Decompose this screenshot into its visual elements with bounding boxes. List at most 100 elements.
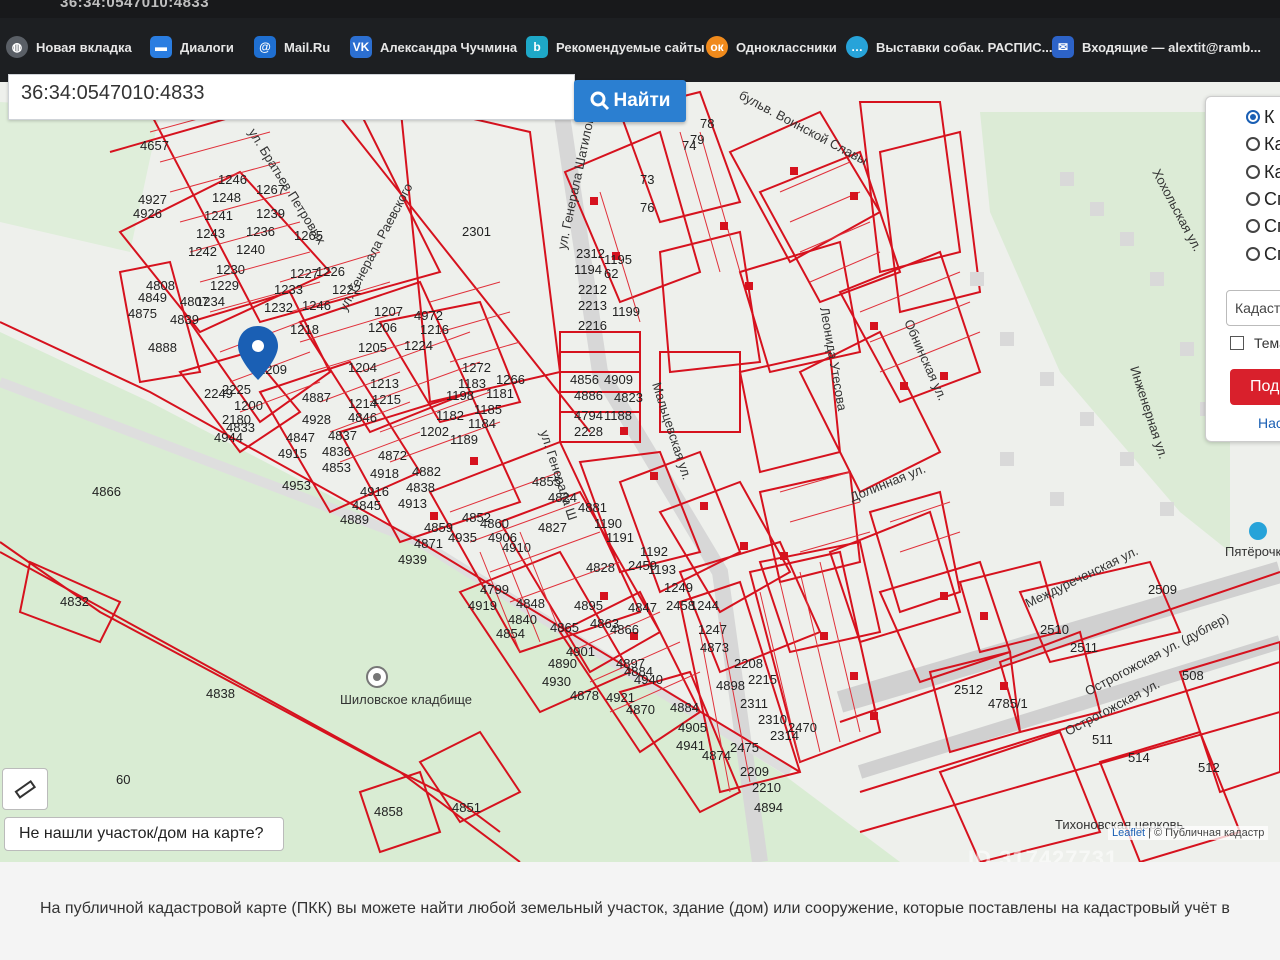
parcel-number[interactable]: 2208 xyxy=(734,656,763,671)
parcel-number[interactable]: 4839 xyxy=(170,312,199,327)
parcel-number[interactable]: 4928 xyxy=(302,412,331,427)
parcel-number[interactable]: 4828 xyxy=(586,560,615,575)
parcel-number[interactable]: 73 xyxy=(640,172,654,187)
parcel-number[interactable]: 4785/1 xyxy=(988,696,1028,711)
parcel-number[interactable]: 4887 xyxy=(302,390,331,405)
parcel-number[interactable]: 2459 xyxy=(628,558,657,573)
parcel-number[interactable]: 1244 xyxy=(690,598,719,613)
parcel-number[interactable]: 1240 xyxy=(236,242,265,257)
parcel-number[interactable]: 1241 xyxy=(204,208,233,223)
parcel-number[interactable]: 4865 xyxy=(550,620,579,635)
layer-radio-1[interactable]: Ка xyxy=(1246,132,1280,156)
parcel-number[interactable]: 2215 xyxy=(748,672,777,687)
parcel-number[interactable]: 4657 xyxy=(140,138,169,153)
layer-radio-0[interactable]: К xyxy=(1246,105,1275,129)
parcel-number[interactable]: 1205 xyxy=(358,340,387,355)
parcel-number[interactable]: 1195 xyxy=(604,252,632,267)
parcel-number[interactable]: 4916 xyxy=(360,484,389,499)
parcel-number[interactable]: 4884 xyxy=(670,700,699,715)
parcel-number[interactable]: 4851 xyxy=(452,800,481,815)
parcel-number[interactable]: 2311 xyxy=(740,696,768,711)
parcel-number[interactable]: 1199 xyxy=(612,304,640,319)
parcel-number[interactable]: 4881 xyxy=(578,500,607,515)
parcel-number[interactable]: 4847 xyxy=(628,600,657,615)
parcel-number[interactable]: 1243 xyxy=(196,226,225,241)
parcel-number[interactable]: 1234 xyxy=(196,294,225,309)
parcel-number[interactable]: 4953 xyxy=(282,478,311,493)
cemetery-poi[interactable] xyxy=(366,666,388,688)
parcel-number[interactable]: 78 xyxy=(700,116,714,131)
layer-radio-5[interactable]: Спу xyxy=(1246,242,1280,266)
parcel-number[interactable]: 1218 xyxy=(290,322,319,337)
parcel-number[interactable]: 62 xyxy=(604,266,618,281)
parcel-number[interactable]: 1185 xyxy=(474,402,502,417)
parcel-number[interactable]: 4886 xyxy=(574,388,603,403)
parcel-number[interactable]: 4913 xyxy=(398,496,427,511)
parcel-number[interactable]: 508 xyxy=(1182,668,1204,683)
parcel-number[interactable]: 4915 xyxy=(278,446,307,461)
parcel-number[interactable]: 1224 xyxy=(404,338,433,353)
parcel-number[interactable]: 4890 xyxy=(548,656,577,671)
parcel-number[interactable]: 2509 xyxy=(1148,582,1177,597)
parcel-number[interactable]: 1247 xyxy=(698,622,727,637)
parcel-number[interactable]: 2312 xyxy=(576,246,605,261)
parcel-number[interactable]: 4838 xyxy=(406,480,435,495)
parcel-number[interactable]: 1215 xyxy=(372,392,401,407)
parcel-number[interactable]: 4927 xyxy=(138,192,167,207)
shop-poi[interactable] xyxy=(1249,522,1267,540)
parcel-number[interactable]: 4848 xyxy=(516,596,545,611)
parcel-number[interactable]: 4870 xyxy=(626,702,655,717)
parcel-number[interactable]: 4918 xyxy=(370,466,399,481)
ruler-button[interactable] xyxy=(2,768,48,810)
parcel-number[interactable]: 1198 xyxy=(446,388,474,403)
parcel-number[interactable]: 2475 xyxy=(730,740,759,755)
parcel-number[interactable]: 2228 xyxy=(574,424,603,439)
parcel-number[interactable]: 1239 xyxy=(256,206,285,221)
parcel-number[interactable]: 4972 xyxy=(414,308,443,323)
not-found-button[interactable]: Не нашли участок/дом на карте? xyxy=(4,817,284,851)
bookmark-new-tab[interactable]: ◍ Новая вкладка xyxy=(6,30,132,64)
parcel-number[interactable]: 4840 xyxy=(508,612,537,627)
parcel-number[interactable]: 4939 xyxy=(398,552,427,567)
parcel-number[interactable]: 4872 xyxy=(378,448,407,463)
parcel-number[interactable]: 514 xyxy=(1128,750,1150,765)
parcel-number[interactable]: 4853 xyxy=(322,460,351,475)
parcel-number[interactable]: 1248 xyxy=(212,190,241,205)
parcel-number[interactable]: 4845 xyxy=(352,498,381,513)
parcel-number[interactable]: 4909 xyxy=(604,372,633,387)
parcel-number[interactable]: 4866 xyxy=(92,484,121,499)
parcel-number[interactable]: 4919 xyxy=(468,598,497,613)
cadastral-search-input[interactable] xyxy=(19,77,563,109)
bookmark-inbox[interactable]: ✉ Входящие — alextit@ramb... xyxy=(1052,30,1261,64)
parcel-number[interactable]: 2470 xyxy=(788,720,817,735)
parcel-number[interactable]: 4836 xyxy=(322,444,351,459)
leaflet-link[interactable]: Leaflet xyxy=(1112,827,1145,839)
parcel-number[interactable]: 4794 xyxy=(574,408,603,423)
parcel-number[interactable]: 1192 xyxy=(640,544,668,559)
parcel-number[interactable]: 1184 xyxy=(468,416,496,431)
parcel-number[interactable]: 2212 xyxy=(578,282,607,297)
parcel-number[interactable]: 4898 xyxy=(716,678,745,693)
bookmark-mailru[interactable]: @ Mail.Ru xyxy=(254,30,330,64)
search-button[interactable]: Найти xyxy=(574,80,686,122)
parcel-number[interactable]: 4926 xyxy=(133,206,162,221)
parcel-number[interactable]: 1194 xyxy=(574,262,602,277)
parcel-number[interactable]: 1236 xyxy=(246,224,275,239)
parcel-number[interactable]: 4889 xyxy=(340,512,369,527)
kadastr-select[interactable]: Кадастр xyxy=(1226,290,1280,326)
parcel-number[interactable]: 4846 xyxy=(348,410,377,425)
parcel-number[interactable]: 2209 xyxy=(740,764,769,779)
parcel-number[interactable]: 2511 xyxy=(1070,640,1098,655)
parcel-number[interactable]: 1246 xyxy=(302,298,331,313)
checkbox[interactable] xyxy=(1230,336,1244,350)
parcel-number[interactable]: 60 xyxy=(116,772,130,787)
bookmark-recommended[interactable]: b Рекомендуемые сайты xyxy=(526,30,705,64)
parcel-number[interactable]: 4930 xyxy=(542,674,571,689)
parcel-number[interactable]: 1229 xyxy=(210,278,239,293)
parcel-number[interactable]: 2216 xyxy=(578,318,607,333)
parcel-number[interactable]: 1233 xyxy=(274,282,303,297)
parcel-number[interactable]: 1226 xyxy=(316,264,345,279)
bookmark-dog-shows[interactable]: … Выставки собак. РАСПИС... xyxy=(846,30,1052,64)
parcel-number[interactable]: 4940 xyxy=(634,672,663,687)
parcel-number[interactable]: 4799 xyxy=(480,582,509,597)
